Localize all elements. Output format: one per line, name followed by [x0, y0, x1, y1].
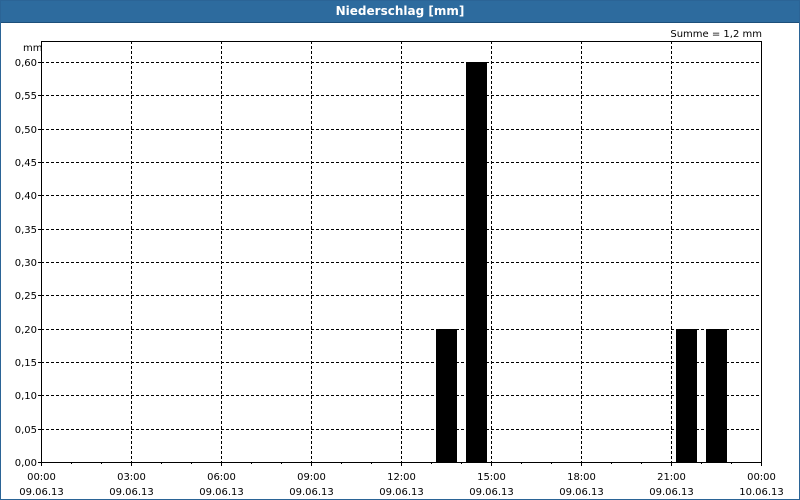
y-tick-label: 0,55 [15, 91, 37, 102]
precipitation-chart: 0,00 0,05 0,10 0,15 0,20 0,25 0,30 0,35 0,40 0,45… [15, 29, 784, 498]
y-tick-label: 0,30 [15, 258, 37, 269]
x-tick-label-time: 06:00 [207, 472, 236, 483]
x-tick-label-date: 09.06.13 [289, 487, 334, 498]
y-tick-label: 0,45 [15, 158, 37, 169]
y-tick-label: 0,00 [15, 458, 37, 469]
x-tick-label-time: 12:00 [387, 472, 416, 483]
axes: 0,00 0,05 0,10 0,15 0,20 0,25 0,30 0,35 0,40 0,45… [15, 58, 784, 498]
x-tick-label-date: 09.06.13 [649, 487, 694, 498]
x-tick-label-date: 09.06.13 [379, 487, 424, 498]
y-tick-label: 0,60 [15, 58, 37, 69]
x-tick-label-time: 09:00 [297, 472, 326, 483]
x-tick-label-date: 09.06.13 [559, 487, 604, 498]
x-tick-label-time: 03:00 [117, 472, 146, 483]
sum-label: Summe = 1,2 mm [670, 29, 762, 40]
bar [436, 329, 457, 462]
x-tick-label-time: 00:00 [27, 472, 56, 483]
chart-window: Niederschlag [mm] 0,00 0,05 0,10 0,15 0,20 0,… [0, 0, 800, 500]
x-tick-label-date: 09.06.13 [19, 487, 64, 498]
y-tick-label: 0,10 [15, 391, 37, 402]
bar [706, 329, 727, 462]
x-tick-label-time: 18:00 [567, 472, 596, 483]
y-tick-label: 0,35 [15, 225, 37, 236]
x-tick-label-date: 10.06.13 [739, 487, 784, 498]
bar [466, 62, 487, 462]
x-tick-label-time: 15:00 [477, 472, 506, 483]
y-tick-label: 0,15 [15, 358, 37, 369]
bar [676, 329, 697, 462]
grid [41, 41, 761, 462]
y-tick-label: 0,20 [15, 325, 37, 336]
y-tick-label: 0,25 [15, 291, 37, 302]
y-tick-label: 0,50 [15, 125, 37, 136]
x-tick-label-date: 09.06.13 [469, 487, 514, 498]
x-tick-label-date: 09.06.13 [199, 487, 244, 498]
x-tick-label-time: 00:00 [747, 472, 776, 483]
x-tick-label-date: 09.06.13 [109, 487, 154, 498]
y-tick-label: 0,05 [15, 425, 37, 436]
y-tick-label: 0,40 [15, 191, 37, 202]
y-axis-label: mm [23, 43, 42, 54]
x-tick-label-time: 21:00 [657, 472, 686, 483]
